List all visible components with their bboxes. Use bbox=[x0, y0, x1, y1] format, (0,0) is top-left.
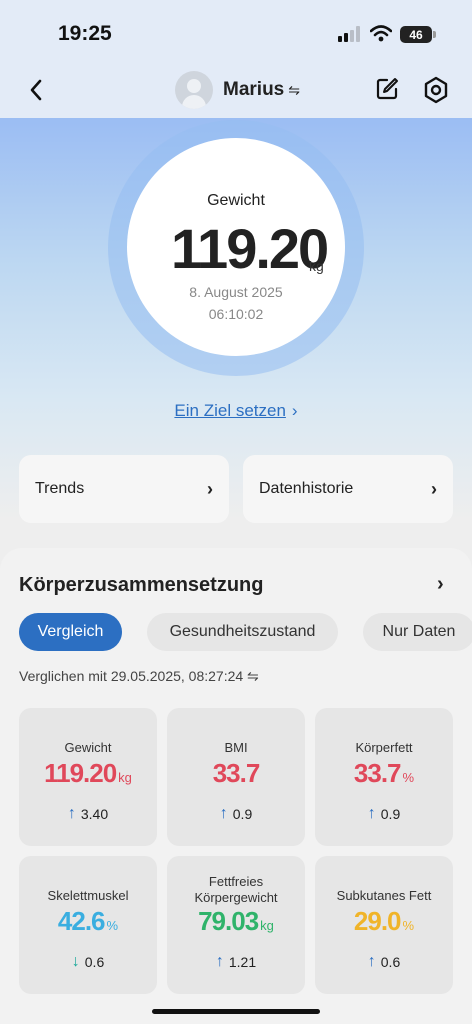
metric-unit: % bbox=[106, 918, 119, 933]
data-history-button[interactable]: Datenhistorie › bbox=[243, 455, 453, 523]
metric-card[interactable]: Körperfett 33.7% ↑ 0.9 bbox=[315, 708, 453, 846]
metric-value: 79.03 bbox=[198, 906, 259, 936]
arrow-up-icon: ↑ bbox=[67, 805, 76, 822]
tab-data-only[interactable]: Nur Daten bbox=[363, 613, 472, 651]
measurement-date: 8. August 2025 bbox=[189, 284, 283, 300]
chevron-left-icon bbox=[30, 79, 42, 101]
data-history-label: Datenhistorie bbox=[259, 480, 354, 497]
metric-value: 33.7 bbox=[353, 758, 402, 788]
status-bar: 19:25 46 bbox=[0, 0, 472, 62]
back-button[interactable] bbox=[20, 74, 52, 106]
metric-label: Gewicht bbox=[64, 740, 112, 755]
battery-icon: 46 bbox=[400, 26, 436, 43]
settings-button[interactable] bbox=[422, 76, 450, 109]
set-goal-label: Ein Ziel setzen bbox=[174, 401, 286, 420]
user-switcher[interactable]: Marius ⇋ bbox=[175, 71, 300, 109]
metric-card[interactable]: Subkutanes Fett 29.0% ↑ 0.6 bbox=[315, 856, 453, 994]
metric-label: BMI bbox=[224, 740, 248, 755]
metric-label: Subkutanes Fett bbox=[336, 888, 432, 903]
metric-change: 1.21 bbox=[228, 954, 257, 970]
arrow-up-icon: ↑ bbox=[367, 805, 376, 822]
metric-unit: % bbox=[402, 770, 415, 785]
trends-button[interactable]: Trends › bbox=[19, 455, 229, 523]
status-time: 19:25 bbox=[58, 22, 112, 45]
tab-comparison[interactable]: Vergleich bbox=[19, 613, 122, 651]
metric-change: 0.9 bbox=[232, 806, 253, 822]
metric-label: Fettfreies Körpergewicht bbox=[194, 874, 278, 905]
metric-unit: % bbox=[402, 918, 415, 933]
metric-value: 42.6 bbox=[57, 906, 106, 936]
edit-icon bbox=[376, 78, 398, 100]
metric-change: 0.6 bbox=[380, 954, 401, 970]
chevron-right-icon: › bbox=[291, 401, 298, 420]
arrow-down-icon: ↓ bbox=[71, 953, 80, 970]
metric-unit: kg bbox=[118, 770, 132, 785]
metric-label: Skelettmuskel bbox=[47, 888, 129, 903]
section-title: Körperzusammensetzung bbox=[19, 574, 264, 596]
set-goal-link[interactable]: Ein Ziel setzen › bbox=[0, 401, 472, 421]
metric-card[interactable]: Fettfreies Körpergewicht 79.03 kg ↑ 1.21 bbox=[167, 856, 305, 994]
user-name: Marius bbox=[223, 79, 285, 100]
section-chevron-right-icon[interactable]: › bbox=[437, 573, 444, 596]
chevron-right-icon: › bbox=[207, 478, 213, 499]
weight-label: Gewicht bbox=[207, 192, 265, 209]
metric-unit: kg bbox=[260, 918, 274, 933]
metric-label: Körperfett bbox=[355, 740, 413, 755]
comparison-reference[interactable]: Verglichen mit 29.05.2025, 08:27:24 ⇋ bbox=[19, 668, 259, 685]
weight-unit: kg bbox=[309, 258, 324, 274]
top-nav: Marius ⇋ bbox=[0, 62, 472, 118]
cellular-signal-icon bbox=[338, 26, 364, 42]
arrow-up-icon: ↑ bbox=[219, 805, 228, 822]
measurement-time: 06:10:02 bbox=[208, 306, 264, 322]
weight-value: 119.20 bbox=[171, 217, 329, 280]
metric-value: 119.20 bbox=[44, 758, 117, 788]
avatar bbox=[175, 71, 213, 109]
weight-gauge[interactable]: Gewicht 119.20 kg 8. August 2025 06:10:0… bbox=[127, 138, 345, 356]
tab-health-status[interactable]: Gesundheitszustand bbox=[147, 613, 338, 651]
metric-card[interactable]: Gewicht 119.20 kg ↑ 3.40 bbox=[19, 708, 157, 846]
metric-card[interactable]: Skelettmuskel 42.6% ↓ 0.6 bbox=[19, 856, 157, 994]
wifi-icon bbox=[369, 25, 393, 47]
trends-label: Trends bbox=[35, 480, 85, 497]
home-indicator bbox=[152, 1009, 320, 1014]
edit-button[interactable] bbox=[374, 76, 400, 107]
swap-icon: ⇋ bbox=[288, 81, 300, 98]
chevron-right-icon: › bbox=[431, 478, 437, 499]
gear-icon bbox=[424, 76, 448, 104]
arrow-up-icon: ↑ bbox=[367, 953, 376, 970]
metric-change: 0.9 bbox=[380, 806, 401, 822]
metric-value: 29.0 bbox=[353, 906, 402, 936]
metric-change: 0.6 bbox=[84, 954, 105, 970]
metric-change: 3.40 bbox=[80, 806, 109, 822]
metric-value: 33.7 bbox=[212, 758, 261, 788]
arrow-up-icon: ↑ bbox=[215, 953, 224, 970]
metric-card[interactable]: BMI 33.7 ↑ 0.9 bbox=[167, 708, 305, 846]
